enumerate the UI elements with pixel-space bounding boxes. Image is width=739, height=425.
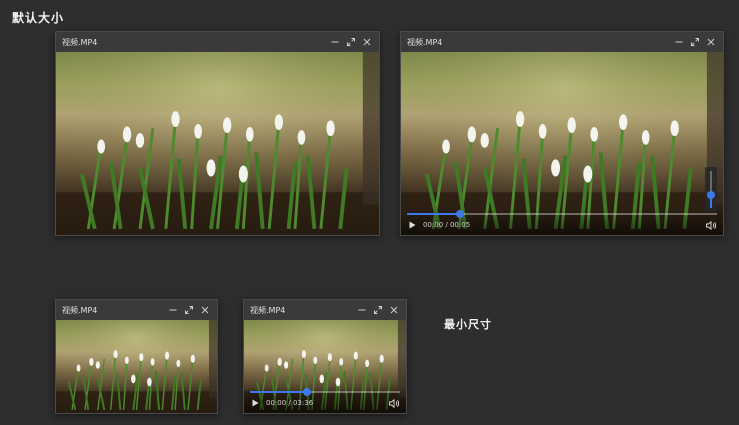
close-button[interactable] bbox=[387, 304, 400, 317]
progress-fill bbox=[407, 213, 460, 215]
minimize-button[interactable] bbox=[355, 304, 368, 317]
minimize-button[interactable] bbox=[328, 36, 341, 49]
snowdrop-video-image bbox=[56, 320, 217, 413]
minimize-button[interactable] bbox=[166, 304, 179, 317]
time-display: 00:00 / 03:36 bbox=[266, 399, 314, 407]
minimize-icon bbox=[331, 41, 338, 43]
video-window-min-controls[interactable]: 视频.MP4 00:00 / 03:36 bbox=[243, 299, 407, 414]
progress-fill bbox=[250, 391, 307, 393]
close-button[interactable] bbox=[198, 304, 211, 317]
volume-icon bbox=[388, 398, 399, 408]
window-title: 视频.MP4 bbox=[407, 37, 443, 47]
minimize-icon bbox=[169, 309, 176, 311]
video-frame[interactable] bbox=[56, 52, 379, 235]
window-titlebar[interactable]: 视频.MP4 bbox=[56, 32, 379, 52]
window-title: 视频.MP4 bbox=[62, 305, 98, 315]
progress-bar[interactable] bbox=[407, 210, 717, 218]
window-titlebar[interactable]: 视频.MP4 bbox=[244, 300, 406, 320]
player-controls: 00:00 / 03:36 bbox=[244, 387, 406, 413]
minimize-icon bbox=[675, 41, 682, 43]
volume-button[interactable] bbox=[705, 220, 717, 230]
progress-bar[interactable] bbox=[250, 388, 400, 396]
volume-slider-popup[interactable] bbox=[705, 167, 717, 212]
minimize-button[interactable] bbox=[672, 36, 685, 49]
video-window-default[interactable]: 视频.MP4 bbox=[55, 31, 380, 236]
maximize-button[interactable] bbox=[688, 36, 701, 49]
min-size-label: 最小尺寸 bbox=[444, 318, 492, 331]
video-frame[interactable]: 00:00 / 03:36 bbox=[244, 320, 406, 413]
window-titlebar[interactable]: 视频.MP4 bbox=[56, 300, 217, 320]
maximize-icon bbox=[373, 306, 382, 314]
video-frame[interactable]: 00:00 / 00:05 bbox=[401, 52, 723, 235]
close-icon bbox=[363, 38, 370, 46]
play-button[interactable] bbox=[250, 398, 260, 408]
volume-button[interactable] bbox=[388, 398, 400, 408]
play-icon bbox=[252, 399, 258, 407]
progress-knob[interactable] bbox=[455, 210, 464, 218]
default-size-label: 默认大小 bbox=[12, 11, 65, 25]
minimize-icon bbox=[358, 309, 365, 311]
volume-slider-knob[interactable] bbox=[707, 191, 715, 200]
video-window-min[interactable]: 视频.MP4 bbox=[55, 299, 218, 414]
maximize-icon bbox=[346, 38, 355, 46]
snowdrop-video-image bbox=[401, 52, 723, 235]
snowdrop-video-image bbox=[56, 52, 379, 235]
window-titlebar[interactable]: 视频.MP4 bbox=[401, 32, 723, 52]
play-button[interactable] bbox=[407, 220, 417, 230]
volume-slider-track[interactable] bbox=[707, 171, 715, 208]
player-controls: 00:00 / 00:05 bbox=[401, 209, 723, 235]
maximize-icon bbox=[184, 306, 193, 314]
time-display: 00:00 / 00:05 bbox=[423, 221, 471, 229]
volume-icon bbox=[705, 220, 716, 230]
close-button[interactable] bbox=[704, 36, 717, 49]
video-frame[interactable] bbox=[56, 320, 217, 413]
window-title: 视频.MP4 bbox=[250, 305, 286, 315]
maximize-icon bbox=[690, 38, 699, 46]
play-icon bbox=[409, 221, 415, 229]
maximize-button[interactable] bbox=[344, 36, 357, 49]
maximize-button[interactable] bbox=[371, 304, 384, 317]
window-title: 视频.MP4 bbox=[62, 37, 98, 47]
maximize-button[interactable] bbox=[182, 304, 195, 317]
close-icon bbox=[201, 306, 208, 314]
progress-knob[interactable] bbox=[303, 388, 311, 396]
video-window-default-controls[interactable]: 视频.MP4 00:00 / 00:05 bbox=[400, 31, 724, 236]
close-icon bbox=[707, 38, 714, 46]
close-button[interactable] bbox=[360, 36, 373, 49]
close-icon bbox=[390, 306, 397, 314]
